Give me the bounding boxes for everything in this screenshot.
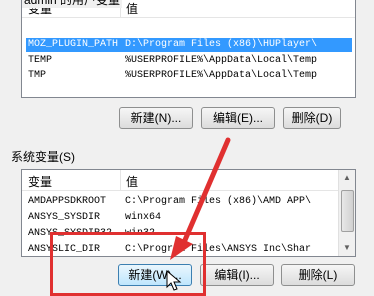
mouse-cursor-icon xyxy=(166,270,182,291)
red-arrow-icon xyxy=(170,137,231,260)
